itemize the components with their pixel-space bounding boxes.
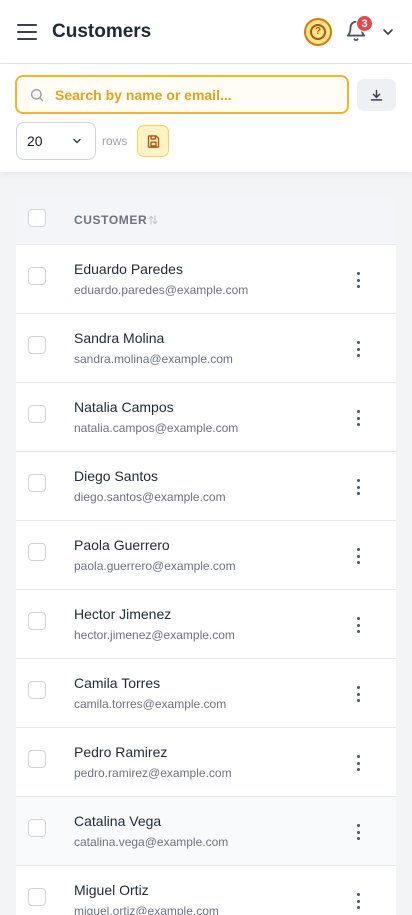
notification-badge: 3 bbox=[356, 15, 373, 32]
page-title: Customers bbox=[52, 21, 152, 42]
vertical-ellipsis-icon[interactable] bbox=[348, 821, 368, 843]
customer-name: Miguel Ortiz bbox=[74, 882, 149, 898]
row-checkbox[interactable] bbox=[28, 336, 46, 354]
vertical-ellipsis-icon[interactable] bbox=[348, 407, 368, 429]
table-row[interactable]: Camila Torres camila.torres@example.com bbox=[16, 659, 396, 728]
vertical-ellipsis-icon[interactable] bbox=[348, 269, 368, 291]
customer-email: miguel.ortiz@example.com bbox=[74, 904, 219, 915]
table-row[interactable]: Eduardo Paredes eduardo.paredes@example.… bbox=[16, 245, 396, 314]
customer-name: Catalina Vega bbox=[74, 813, 162, 829]
table-row[interactable]: Hector Jimenez hector.jimenez@example.co… bbox=[16, 590, 396, 659]
customer-email: eduardo.paredes@example.com bbox=[74, 283, 249, 297]
customers-table: CUSTOMER Eduardo Paredes eduardo.paredes… bbox=[16, 197, 396, 915]
download-icon bbox=[370, 89, 383, 101]
customer-name: Hector Jimenez bbox=[74, 606, 172, 622]
table-row[interactable]: Catalina Vega catalina.vega@example.com bbox=[16, 797, 396, 866]
vertical-ellipsis-icon[interactable] bbox=[348, 338, 368, 360]
export-button[interactable] bbox=[357, 79, 396, 111]
customer-email: paola.guerrero@example.com bbox=[74, 559, 236, 573]
floppy-disk-icon bbox=[147, 134, 159, 148]
rows-per-page-select[interactable]: 20 bbox=[16, 122, 96, 160]
vertical-ellipsis-icon[interactable] bbox=[348, 545, 368, 567]
table-row[interactable]: Natalia Campos natalia.campos@example.co… bbox=[16, 383, 396, 452]
search-box[interactable] bbox=[15, 75, 349, 114]
customer-name: Pedro Ramirez bbox=[74, 744, 168, 760]
customer-name: Sandra Molina bbox=[74, 330, 165, 346]
table-row[interactable]: Paola Guerrero paola.guerrero@example.co… bbox=[16, 521, 396, 590]
hamburger-menu-icon[interactable] bbox=[15, 21, 39, 43]
vertical-ellipsis-icon[interactable] bbox=[348, 476, 368, 498]
table-body: Eduardo Paredes eduardo.paredes@example.… bbox=[16, 245, 396, 915]
table-row[interactable]: Pedro Ramirez pedro.ramirez@example.com bbox=[16, 728, 396, 797]
search-input[interactable] bbox=[55, 86, 325, 103]
help-button[interactable]: ? bbox=[304, 18, 332, 46]
top-bar: Customers ? 3 bbox=[0, 0, 412, 64]
row-checkbox[interactable] bbox=[28, 612, 46, 630]
customer-name: Natalia Campos bbox=[74, 399, 174, 415]
customer-name: Diego Santos bbox=[74, 468, 159, 484]
customer-email: pedro.ramirez@example.com bbox=[74, 766, 232, 780]
customer-email: natalia.campos@example.com bbox=[74, 421, 239, 435]
table-header: CUSTOMER bbox=[16, 197, 396, 245]
customer-name: Camila Torres bbox=[74, 675, 161, 691]
customer-email: catalina.vega@example.com bbox=[74, 835, 229, 849]
question-circle-icon: ? bbox=[310, 24, 326, 40]
column-header-customer[interactable]: CUSTOMER bbox=[74, 213, 147, 227]
vertical-ellipsis-icon[interactable] bbox=[348, 683, 368, 705]
customer-email: sandra.molina@example.com bbox=[74, 352, 233, 366]
vertical-ellipsis-icon[interactable] bbox=[348, 752, 368, 774]
row-checkbox[interactable] bbox=[28, 888, 46, 906]
row-checkbox[interactable] bbox=[28, 681, 46, 699]
rows-per-page-value: 20 bbox=[27, 133, 43, 149]
customer-name: Paola Guerrero bbox=[74, 537, 170, 553]
rows-label: rows bbox=[102, 134, 128, 148]
customer-email: hector.jimenez@example.com bbox=[74, 628, 235, 642]
search-icon bbox=[30, 88, 44, 101]
sort-arrows-icon[interactable] bbox=[147, 214, 159, 226]
row-checkbox[interactable] bbox=[28, 819, 46, 837]
row-checkbox[interactable] bbox=[28, 543, 46, 561]
customer-name: Eduardo Paredes bbox=[74, 261, 183, 277]
table-row[interactable]: Sandra Molina sandra.molina@example.com bbox=[16, 314, 396, 383]
chevron-down-icon[interactable] bbox=[380, 24, 396, 40]
row-checkbox[interactable] bbox=[28, 750, 46, 768]
row-checkbox[interactable] bbox=[28, 267, 46, 285]
vertical-ellipsis-icon[interactable] bbox=[348, 614, 368, 636]
customer-email: diego.santos@example.com bbox=[74, 490, 226, 504]
table-row[interactable]: Miguel Ortiz miguel.ortiz@example.com bbox=[16, 866, 396, 915]
row-checkbox[interactable] bbox=[28, 405, 46, 423]
vertical-ellipsis-icon[interactable] bbox=[348, 890, 368, 912]
row-checkbox[interactable] bbox=[28, 474, 46, 492]
toolbar: 20 rows bbox=[0, 64, 412, 172]
chevron-down-icon bbox=[73, 138, 81, 144]
save-view-button[interactable] bbox=[137, 125, 169, 157]
customer-email: camila.torres@example.com bbox=[74, 697, 227, 711]
table-row[interactable]: Diego Santos diego.santos@example.com bbox=[16, 452, 396, 521]
select-all-checkbox[interactable] bbox=[28, 209, 46, 227]
